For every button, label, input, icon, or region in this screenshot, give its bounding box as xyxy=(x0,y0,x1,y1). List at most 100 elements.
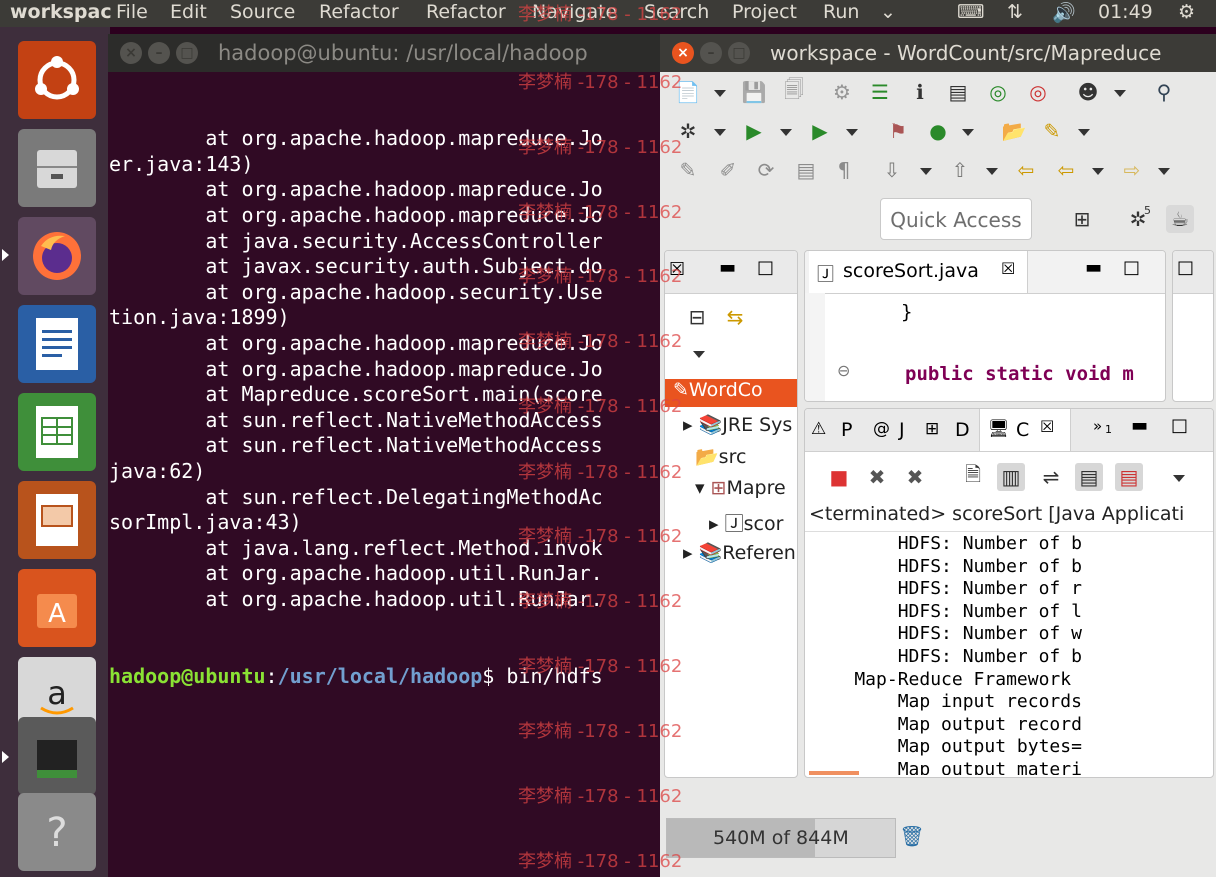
javadoc-tab-icon[interactable]: @ xyxy=(873,419,890,439)
minimize-icon[interactable]: – xyxy=(700,42,722,64)
view-menu-icon[interactable] xyxy=(1173,475,1185,482)
files-icon[interactable] xyxy=(18,129,96,207)
save-all-icon[interactable]: 🗐 xyxy=(780,77,808,106)
garbage-collect-icon[interactable]: 🗑 xyxy=(898,822,926,850)
maximize-icon[interactable]: □ xyxy=(1177,257,1194,278)
maximize-icon[interactable]: □ xyxy=(1171,415,1188,436)
maximize-icon[interactable]: □ xyxy=(176,42,198,64)
horizontal-scrollbar[interactable] xyxy=(809,771,859,775)
network-icon[interactable]: ⇅ xyxy=(1007,1,1023,23)
dropdown-arrow-icon[interactable] xyxy=(714,129,726,136)
tree-item-jre[interactable]: ▸ 📚JRE Sys xyxy=(683,413,792,441)
previous-annotation-icon[interactable]: ⇧ xyxy=(946,156,974,184)
dropdown-arrow-icon[interactable] xyxy=(920,168,932,175)
menu-edit[interactable]: Edit xyxy=(170,1,207,23)
search-wand-icon[interactable]: ✎ xyxy=(1038,117,1066,145)
text-file-icon[interactable]: ▤ xyxy=(944,78,972,106)
dropdown-arrow-icon[interactable] xyxy=(1158,168,1170,175)
remove-launch-icon[interactable]: ✖ xyxy=(863,463,891,491)
view-menu-icon[interactable] xyxy=(693,351,705,358)
close-icon[interactable]: ☒ xyxy=(1001,259,1015,278)
declaration-tab-icon[interactable]: ⊞ xyxy=(925,419,939,439)
toggle-breadcrumb-icon[interactable]: ⚙ xyxy=(828,78,856,106)
edit-icon[interactable]: ✐ xyxy=(714,156,742,184)
java-perspective-icon[interactable]: ☕ xyxy=(1166,205,1194,233)
run-icon[interactable]: ▶ xyxy=(740,117,768,145)
maximize-icon[interactable]: □ xyxy=(757,257,774,278)
scroll-lock-icon[interactable]: ▥ xyxy=(997,463,1025,491)
word-wrap-icon[interactable]: ⇌ xyxy=(1037,463,1065,491)
settings-gear-icon[interactable]: ⚙ xyxy=(1178,1,1195,23)
tab-javadoc[interactable]: J xyxy=(899,419,905,441)
fold-toggle-icon[interactable]: ⊖ xyxy=(837,361,850,380)
tree-item-project[interactable]: ✎WordCo xyxy=(665,379,797,407)
tree-item-src[interactable]: 📂src xyxy=(695,445,746,473)
menu-refactor[interactable]: Refactor xyxy=(319,1,399,23)
minimize-icon[interactable]: ▬ xyxy=(1131,415,1148,436)
eclipse-launcher-icon[interactable] xyxy=(18,717,96,795)
outline-panel-stub[interactable]: □ xyxy=(1172,250,1214,402)
menu-project[interactable]: Project xyxy=(732,1,797,23)
tab-console[interactable]: 🖥 C ☒ xyxy=(979,409,1071,451)
dropdown-arrow-icon[interactable] xyxy=(1114,90,1126,97)
tab-problems[interactable]: P xyxy=(841,419,852,441)
back-icon[interactable]: ⇦ xyxy=(1052,156,1080,184)
pin-icon[interactable]: ⚲ xyxy=(1150,78,1178,106)
help-icon[interactable]: ? xyxy=(18,793,96,871)
console-panel[interactable]: ⚠ P @ J ⊞ D 🖥 C ☒ » 1 ▬ □ ■ ✖ ✖ 🗎 ▥ ⇌ ▤ … xyxy=(804,408,1214,778)
close-icon[interactable]: × xyxy=(672,42,694,64)
collapse-all-icon[interactable]: ⊟ xyxy=(683,303,711,331)
libreoffice-writer-icon[interactable] xyxy=(18,305,96,383)
show-whitespace-icon[interactable]: ¶ xyxy=(830,156,858,184)
clock[interactable]: 01:49 xyxy=(1098,1,1153,23)
annotation-icon[interactable]: ✎ xyxy=(674,156,702,184)
open-type-icon[interactable]: ◎ xyxy=(984,78,1012,106)
quick-access-input[interactable]: Quick Access xyxy=(880,198,1032,240)
dropdown-arrow-icon[interactable] xyxy=(962,129,974,136)
maximize-icon[interactable]: □ xyxy=(728,42,750,64)
coverage-icon[interactable]: ▶ xyxy=(806,117,834,145)
dropdown-arrow-icon[interactable] xyxy=(1078,129,1090,136)
tree-item-package[interactable]: ▾ ⊞Mapre xyxy=(695,477,786,505)
terminal-titlebar[interactable]: × – □ hadoop@ubuntu: /usr/local/hadoop xyxy=(108,34,668,72)
user-icon[interactable]: ☻ xyxy=(1074,78,1102,106)
menu-run[interactable]: Run xyxy=(823,1,859,23)
menu-overflow-chevron-icon[interactable]: ⌄ xyxy=(880,1,896,23)
javadoc-icon[interactable]: ℹ xyxy=(906,78,934,106)
terminate-icon[interactable]: ■ xyxy=(825,463,853,491)
libreoffice-impress-icon[interactable] xyxy=(18,481,96,559)
keyboard-icon[interactable]: ⌨ xyxy=(957,1,984,23)
open-task-icon[interactable]: ◎ xyxy=(1024,78,1052,106)
dropdown-arrow-icon[interactable] xyxy=(986,168,998,175)
tree-item-references[interactable]: ▸ 📚Referen xyxy=(683,541,796,569)
close-icon[interactable]: × xyxy=(120,42,142,64)
last-edit-icon[interactable]: ⇦ xyxy=(1012,156,1040,184)
new-class-icon[interactable]: ● xyxy=(924,117,952,145)
open-perspective-icon[interactable]: ⊞ xyxy=(1068,205,1096,233)
forward-icon[interactable]: ⇨ xyxy=(1118,156,1146,184)
open-folder-icon[interactable]: 📂 xyxy=(1000,117,1028,145)
minimize-icon[interactable]: ▬ xyxy=(719,257,736,278)
libreoffice-calc-icon[interactable] xyxy=(18,393,96,471)
link-editor-icon[interactable]: ⇆ xyxy=(721,303,749,331)
block-selection-icon[interactable]: ▤ xyxy=(792,156,820,184)
software-center-icon[interactable]: A xyxy=(18,569,96,647)
eclipse-titlebar[interactable]: × – □ workspace - WordCount/src/Mapreduc… xyxy=(660,34,1216,72)
maximize-icon[interactable]: □ xyxy=(1123,257,1140,278)
console-output[interactable]: HDFS: Number of b HDFS: Number of b HDFS… xyxy=(811,533,1213,775)
menu-refactor-2[interactable]: Refactor xyxy=(426,1,506,23)
dropdown-arrow-icon[interactable] xyxy=(846,129,858,136)
firefox-icon[interactable] xyxy=(18,217,96,295)
dropdown-arrow-icon[interactable] xyxy=(714,90,726,97)
heap-status-bar[interactable]: 540M of 844M xyxy=(666,818,896,858)
editor-tab[interactable]: 🄹 scoreSort.java ☒ xyxy=(809,251,1028,293)
editor-panel[interactable]: 🄹 scoreSort.java ☒ ▬ □ } ⊖ public static… xyxy=(804,250,1166,402)
minimize-icon[interactable]: – xyxy=(148,42,170,64)
menu-file[interactable]: File xyxy=(116,1,148,23)
dropdown-arrow-icon[interactable] xyxy=(1092,168,1104,175)
clear-console-icon[interactable]: 🗎 xyxy=(959,462,987,491)
mark-occurrences-icon[interactable]: ☰ xyxy=(866,78,894,106)
save-icon[interactable]: 💾 xyxy=(740,78,768,106)
volume-icon[interactable]: 🔊 xyxy=(1052,1,1076,24)
menu-source[interactable]: Source xyxy=(230,1,295,23)
